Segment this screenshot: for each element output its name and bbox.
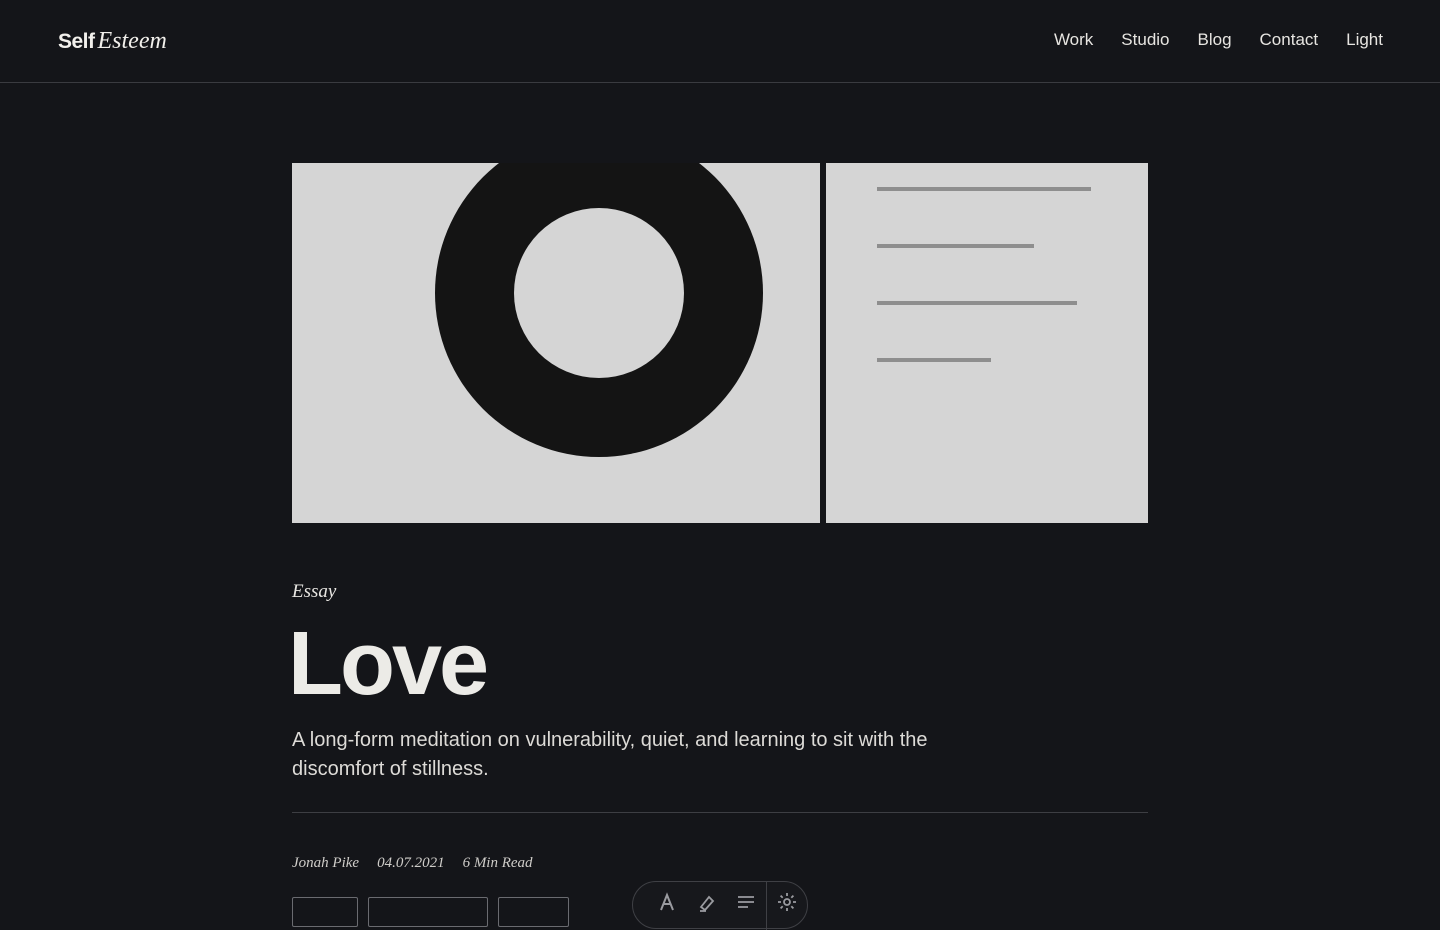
theme-toggle[interactable]: Light — [1346, 28, 1383, 52]
article-category[interactable]: Essay — [292, 580, 336, 604]
tag-list — [292, 897, 569, 927]
text-line — [877, 301, 1077, 305]
reading-toolbar — [632, 881, 808, 930]
tag-chip[interactable] — [498, 897, 569, 927]
text-line — [877, 358, 991, 362]
article-meta: Jonah Pike 04.07.2021 6 Min Read — [292, 852, 533, 874]
nav-work[interactable]: Work — [1054, 28, 1093, 52]
brand-logo[interactable]: Self Esteem — [58, 27, 167, 56]
divider — [292, 812, 1148, 813]
font-size-icon — [659, 892, 674, 911]
brand-word-self: Self — [58, 30, 95, 53]
article-title: Love — [288, 614, 489, 714]
highlight-button[interactable] — [687, 892, 727, 920]
align-icon — [738, 896, 755, 908]
tag-chip[interactable] — [292, 897, 358, 927]
ring-inner — [514, 208, 684, 378]
hero-panel-right — [826, 163, 1148, 523]
settings-icon — [778, 893, 797, 911]
brand-word-esteem: Esteem — [97, 28, 167, 54]
settings-button[interactable] — [767, 892, 807, 920]
nav-studio[interactable]: Studio — [1121, 28, 1169, 52]
main-nav: Work Studio Blog Contact Light — [1054, 28, 1383, 52]
publish-date: 04.07.2021 — [377, 855, 445, 871]
nav-contact[interactable]: Contact — [1260, 28, 1319, 52]
tag-chip[interactable] — [368, 897, 488, 927]
site-header: Self Esteem Work Studio Blog Contact Ligh… — [0, 0, 1440, 83]
highlighter-icon — [699, 895, 714, 912]
text-line — [877, 187, 1091, 191]
ring-graphic — [435, 163, 763, 457]
read-time: 6 Min Read — [462, 855, 533, 871]
font-size-button[interactable] — [647, 892, 687, 920]
text-line — [877, 244, 1034, 248]
align-button[interactable] — [727, 892, 767, 920]
nav-blog[interactable]: Blog — [1198, 28, 1232, 52]
hero-panel-left — [292, 163, 820, 523]
hero-illustration — [292, 163, 1148, 523]
article-dek: A long-form meditation on vulnerability,… — [292, 729, 928, 780]
author-name[interactable]: Jonah Pike — [292, 852, 359, 874]
text-lines-graphic — [877, 187, 1091, 362]
